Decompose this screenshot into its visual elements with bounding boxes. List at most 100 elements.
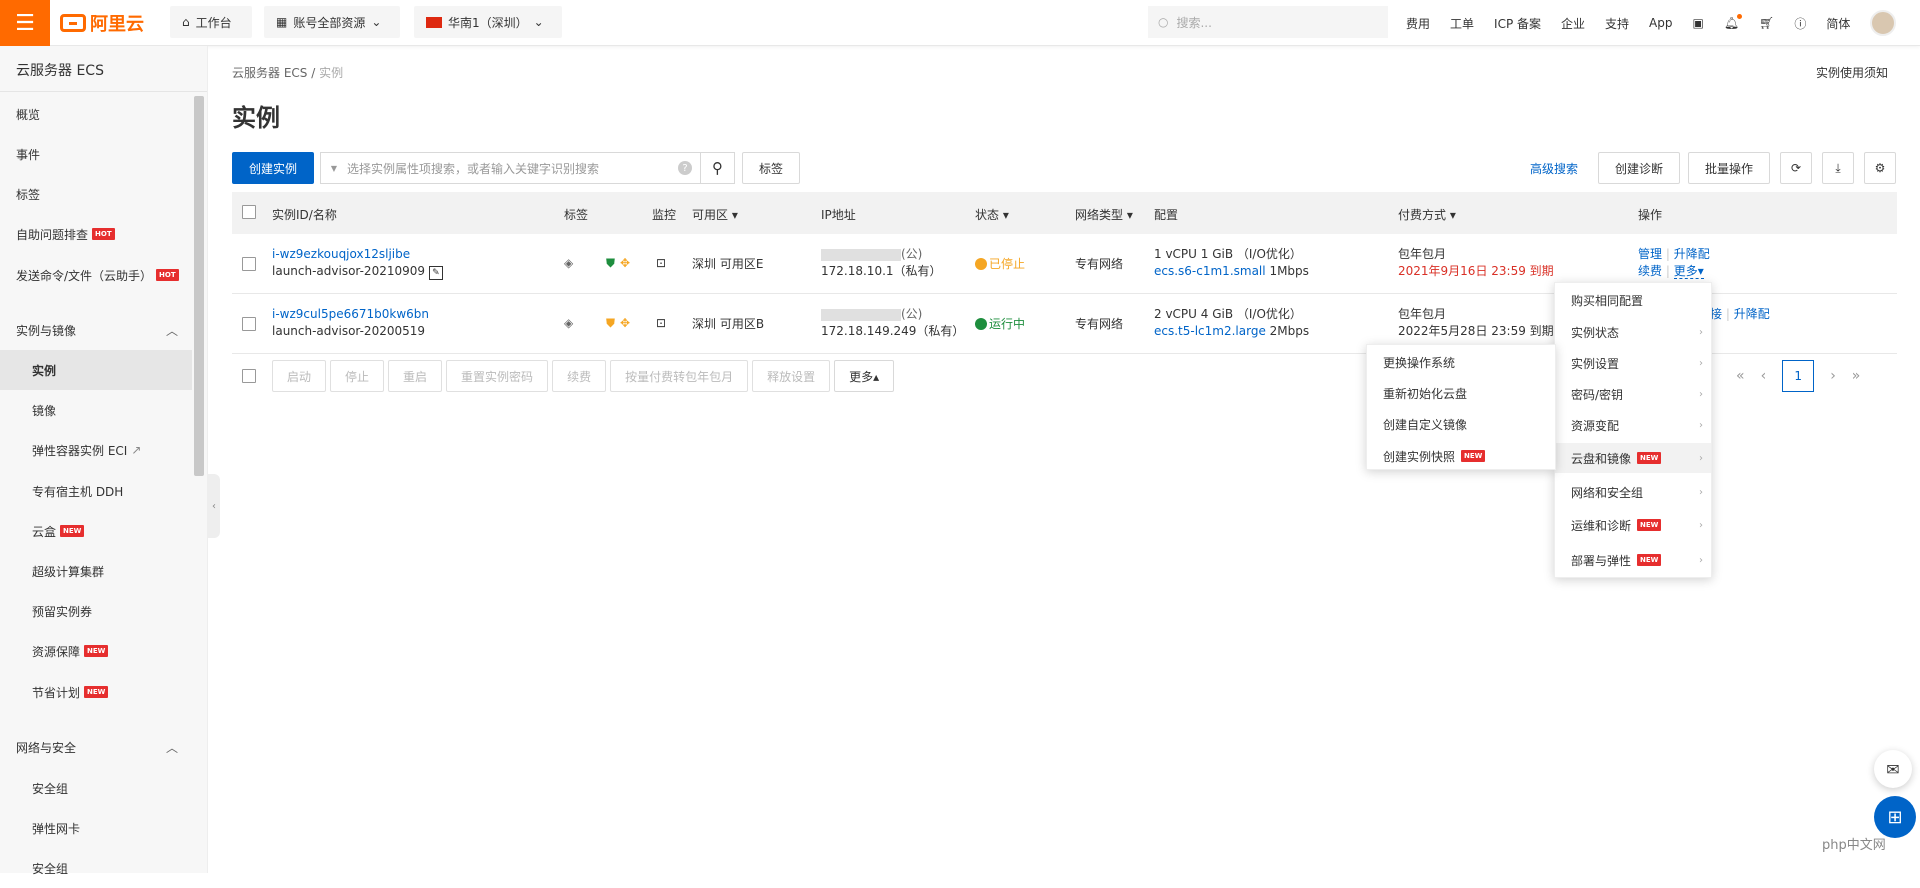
sidebar-collapse-handle[interactable]: ‹: [208, 474, 220, 538]
monitor-chart-icon[interactable]: ⊡: [656, 255, 666, 272]
instance-id-link[interactable]: i-wz9cul5pe6671b0kw6bn: [272, 306, 429, 323]
next-page-icon[interactable]: ›: [1830, 368, 1836, 384]
sidebar-item[interactable]: 云盒 NEW: [0, 511, 192, 551]
instance-notice-link[interactable]: 实例使用须知: [1816, 64, 1888, 81]
bulk-release-settings-button[interactable]: 释放设置: [752, 360, 831, 392]
page-current[interactable]: 1: [1782, 360, 1815, 392]
sidebar-scrollbar[interactable]: [194, 96, 204, 476]
advanced-search-link[interactable]: 高级搜索: [1530, 160, 1578, 177]
create-instance-button[interactable]: 创建实例: [232, 152, 314, 184]
edit-icon[interactable]: ✎: [428, 266, 443, 280]
th-status[interactable]: 状态 ▾: [975, 206, 1009, 223]
instance-spec-link[interactable]: ecs.s6-c1m1.small: [1154, 264, 1266, 278]
sidebar-group[interactable]: 实例与镜像 ︿: [0, 310, 192, 350]
submenu-item[interactable]: 创建实例快照 NEW: [1367, 441, 1555, 471]
instance-spec-link[interactable]: ecs.t5-lc1m2.large: [1154, 324, 1266, 338]
more-menu-item[interactable]: 云盘和镜像 NEW ›: [1555, 443, 1711, 473]
sidebar-item[interactable]: 事件: [0, 134, 192, 174]
submenu-item[interactable]: 创建自定义镜像: [1367, 409, 1555, 439]
workbench-button[interactable]: ⌂ 工作台: [170, 6, 252, 38]
sidebar-item[interactable]: 弹性网卡: [0, 808, 192, 848]
sidebar-item[interactable]: 实例: [0, 350, 192, 390]
instance-search-input[interactable]: ▼ 选择实例属性项搜索，或者输入关键字识别搜索 ? ⚲: [320, 152, 735, 184]
instance-id-link[interactable]: i-wz9ezkouqjox12sljibe: [272, 246, 443, 263]
menu-icon[interactable]: ☰: [0, 0, 50, 46]
security-shield-icon[interactable]: ⛊: [606, 315, 615, 332]
sidebar-item[interactable]: 镜像: [0, 390, 192, 430]
first-page-icon[interactable]: «: [1736, 368, 1745, 384]
app-grid-icon[interactable]: ✥: [620, 315, 630, 332]
th-billing[interactable]: 付费方式 ▾: [1398, 206, 1456, 223]
link-billing[interactable]: 费用: [1406, 15, 1430, 32]
more-menu-item[interactable]: 网络和安全组 ›: [1555, 477, 1711, 507]
settings-gear-icon[interactable]: ⚙: [1864, 152, 1896, 184]
th-zone[interactable]: 可用区 ▾: [692, 206, 738, 223]
sidebar-item[interactable]: 弹性容器实例 ECI ↗: [0, 430, 192, 470]
manage-link[interactable]: 管理: [1638, 247, 1662, 261]
bulk-select-checkbox[interactable]: [242, 369, 256, 383]
batch-operations-button[interactable]: 批量操作: [1688, 152, 1770, 184]
select-all-checkbox[interactable]: [242, 205, 256, 219]
bulk-convert-billing-button[interactable]: 按量付费转包年包月: [610, 360, 749, 392]
caret-down-icon[interactable]: ▼: [321, 164, 347, 173]
prev-page-icon[interactable]: ‹: [1761, 368, 1767, 384]
bulk-start-button[interactable]: 启动: [272, 360, 327, 392]
sidebar-item[interactable]: 发送命令/文件（云助手） HOT: [0, 255, 192, 295]
sidebar-item[interactable]: 安全组: [0, 768, 192, 808]
more-menu-item[interactable]: 实例状态 ›: [1555, 317, 1711, 347]
breadcrumb-root[interactable]: 云服务器 ECS: [232, 66, 307, 80]
apps-grid-icon[interactable]: ⊞: [1874, 796, 1916, 838]
bulk-more-button[interactable]: 更多▴: [834, 360, 895, 392]
more-dropdown[interactable]: 更多▾: [1673, 264, 1704, 279]
bulk-stop-button[interactable]: 停止: [330, 360, 385, 392]
link-icp[interactable]: ICP 备案: [1494, 15, 1541, 32]
help-icon[interactable]: ?: [678, 161, 692, 175]
feedback-chat-icon[interactable]: ✉: [1874, 750, 1912, 788]
sidebar-group[interactable]: 网络与安全 ︿: [0, 727, 192, 767]
submenu-item[interactable]: 更换操作系统: [1367, 347, 1555, 377]
app-grid-icon[interactable]: ✥: [620, 255, 630, 272]
tag-filter-button[interactable]: 标签: [742, 152, 800, 184]
more-menu-item[interactable]: 运维和诊断 NEW ›: [1555, 510, 1711, 540]
more-menu-item[interactable]: 资源变配 ›: [1555, 410, 1711, 440]
th-network[interactable]: 网络类型 ▾: [1075, 206, 1133, 223]
refresh-icon[interactable]: ⟳: [1780, 152, 1812, 184]
row-checkbox[interactable]: [242, 257, 256, 271]
bulk-reset-password-button[interactable]: 重置实例密码: [446, 360, 549, 392]
sidebar-item[interactable]: 专有宿主机 DDH: [0, 471, 192, 511]
language-switch[interactable]: 简体: [1826, 15, 1850, 32]
link-app[interactable]: App: [1649, 16, 1672, 30]
create-diagnosis-button[interactable]: 创建诊断: [1598, 152, 1680, 184]
sidebar-item[interactable]: 标签: [0, 174, 192, 214]
bulk-restart-button[interactable]: 重启: [388, 360, 443, 392]
monitor-chart-icon[interactable]: ⊡: [656, 315, 666, 332]
bell-icon[interactable]: 🔔︎: [1724, 14, 1743, 30]
search-button[interactable]: ⚲: [700, 153, 734, 183]
tag-icon[interactable]: ◈: [564, 255, 573, 272]
more-menu-item[interactable]: 购买相同配置: [1555, 285, 1711, 315]
sidebar-item[interactable]: 安全组: [0, 848, 192, 888]
global-search-input[interactable]: ○ 搜索...: [1148, 6, 1388, 38]
more-menu-item[interactable]: 实例设置 ›: [1555, 348, 1711, 378]
more-menu-item[interactable]: 密码/密钥 ›: [1555, 379, 1711, 409]
sidebar-item[interactable]: 超级计算集群: [0, 551, 192, 591]
download-icon[interactable]: ⤓: [1822, 152, 1854, 184]
help-icon[interactable]: ⓘ: [1794, 15, 1806, 32]
renew-link[interactable]: 续费: [1638, 264, 1662, 278]
bulk-renew-button[interactable]: 续费: [552, 360, 607, 392]
image-icon[interactable]: ▣: [1693, 16, 1704, 30]
account-resources-dropdown[interactable]: ▦ 账号全部资源 ⌄: [264, 6, 400, 38]
avatar[interactable]: [1870, 10, 1897, 36]
upgrade-link[interactable]: 升降配: [1734, 307, 1770, 321]
sidebar-item[interactable]: 自助问题排查 HOT: [0, 214, 192, 254]
submenu-item[interactable]: 重新初始化云盘: [1367, 378, 1555, 408]
link-support[interactable]: 支持: [1605, 15, 1629, 32]
last-page-icon[interactable]: »: [1852, 368, 1861, 384]
cart-icon[interactable]: 🛒︎: [1759, 16, 1774, 30]
sidebar-item[interactable]: 预留实例券: [0, 591, 192, 631]
sidebar-item[interactable]: 资源保障 NEW: [0, 631, 192, 671]
aliyun-logo[interactable]: 阿里云: [60, 10, 144, 36]
tag-icon[interactable]: ◈: [564, 315, 573, 332]
sidebar-item[interactable]: 概览: [0, 94, 192, 134]
upgrade-link[interactable]: 升降配: [1674, 247, 1710, 261]
